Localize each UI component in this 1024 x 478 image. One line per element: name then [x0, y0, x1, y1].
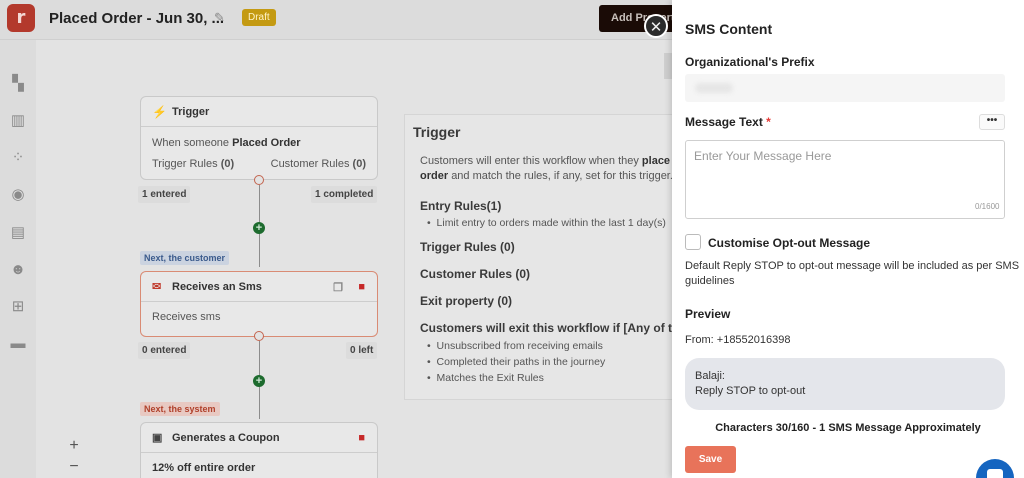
trigger-when-prefix: When someone: [152, 137, 230, 149]
info-intro-text: Customers will enter this workflow when …: [420, 155, 639, 167]
chart-icon[interactable]: ▥: [8, 111, 28, 131]
dashboard-icon[interactable]: ▚: [8, 74, 28, 94]
message-char-counter: 0/1600: [975, 202, 1000, 211]
sms-node-body: Receives sms: [152, 311, 221, 323]
location-icon[interactable]: ◉: [8, 185, 28, 205]
sms-entered-count: 0 entered: [138, 342, 191, 359]
trigger-rules-row: Trigger Rules (0) Customer Rules (0): [141, 158, 377, 172]
message-icon: ✉: [152, 281, 162, 293]
app-logo[interactable]: r: [7, 4, 35, 32]
drawer-title: SMS Content: [685, 21, 773, 37]
trigger-completed-count: 1 completed: [311, 186, 378, 203]
message-label: Message Text *: [685, 115, 771, 129]
status-badge: Draft: [242, 9, 276, 26]
delete-icon[interactable]: ■: [358, 432, 365, 444]
more-options-button[interactable]: •••: [979, 114, 1005, 130]
add-grid-icon[interactable]: ⊞: [8, 297, 28, 317]
left-rail: ▚ ▥ ⁘ ◉ ▤ ☻ ⊞ ▬: [0, 40, 36, 478]
pencil-icon[interactable]: ✎: [214, 10, 225, 26]
sms-node-header: ✉ Receives an Sms ❐ ■: [141, 272, 377, 302]
coupon-node[interactable]: ▣ Generates a Coupon ■ 12% off entire or…: [140, 422, 378, 478]
trigger-node-title: Trigger: [172, 106, 210, 118]
coupon-node-title: Generates a Coupon: [172, 432, 280, 444]
sms-content-drawer: SMS Content Organizational's Prefix Mess…: [672, 0, 1024, 478]
customer-rules-link[interactable]: Customer Rules (0): [271, 158, 366, 170]
close-icon[interactable]: ✕: [644, 14, 668, 38]
characters-summary: Characters 30/160 - 1 SMS Message Approx…: [715, 422, 981, 434]
zoom-out-button[interactable]: −: [64, 458, 84, 476]
prefix-value-redacted: [695, 83, 733, 93]
save-button[interactable]: Save: [685, 446, 736, 473]
sms-node[interactable]: ✉ Receives an Sms ❐ ■ Receives sms: [140, 271, 378, 337]
add-step-button[interactable]: +: [253, 375, 265, 387]
sms-output-port[interactable]: [254, 331, 264, 341]
entry-rule-item: • Limit entry to orders made within the …: [427, 217, 666, 229]
page-title: Placed Order - Jun 30, ...: [49, 10, 225, 27]
preview-from: From: +18552016398: [685, 334, 791, 346]
entry-rules-heading: Entry Rules(1): [420, 199, 502, 213]
customer-rules-label: Customer Rules: [270, 158, 350, 170]
trigger-rules-label: Trigger Rules: [152, 158, 218, 170]
trigger-entered-count: 1 entered: [138, 186, 191, 203]
prefix-label: Organizational's Prefix: [685, 55, 815, 69]
trigger-rules-link[interactable]: Trigger Rules (0): [152, 158, 234, 170]
exit-item-text: Matches the Exit Rules: [436, 372, 544, 384]
prefix-field[interactable]: [685, 74, 1005, 102]
lightning-icon: ⚡: [152, 105, 167, 119]
sms-left-count: 0 left: [346, 342, 378, 359]
trigger-node-header: ⚡ Trigger: [141, 97, 377, 127]
chat-bubble-icon: [987, 469, 1003, 478]
add-step-button[interactable]: +: [253, 222, 265, 234]
info-intro-event-cont: order: [420, 170, 449, 182]
message-label-text: Message Text: [685, 115, 763, 129]
preview-line-1: Balaji:: [695, 370, 725, 382]
optout-help-line-1: Default Reply STOP to opt-out message wi…: [685, 260, 1020, 272]
chat-icon[interactable]: ▤: [8, 223, 28, 243]
exit-heading: Customers will exit this workflow if [An…: [420, 321, 674, 335]
info-intro-line-1: Customers will enter this workflow when …: [420, 153, 673, 169]
tag-next-system: Next, the system: [140, 402, 220, 416]
info-panel-title: Trigger: [413, 124, 461, 140]
coupon-node-header: ▣ Generates a Coupon ■: [141, 423, 377, 453]
exit-property-heading: Exit property (0): [420, 294, 513, 308]
exit-item-text: Completed their paths in the journey: [436, 356, 606, 368]
folder-icon[interactable]: ▬: [8, 334, 28, 354]
exit-item-text: Unsubscribed from receiving emails: [436, 340, 603, 352]
preview-message-bubble: Balaji: Reply STOP to opt-out: [685, 358, 1005, 410]
optout-label: Customise Opt-out Message: [708, 236, 871, 250]
trigger-rules-heading: Trigger Rules (0): [420, 240, 515, 254]
optout-help-line-2: guidelines: [685, 275, 735, 287]
info-intro-text-cont: and match the rules, if any, set for thi…: [451, 170, 673, 182]
preview-label: Preview: [685, 307, 731, 321]
customer-rules-heading: Customer Rules (0): [420, 267, 531, 281]
trigger-rules-count: (0): [220, 158, 235, 170]
apps-icon[interactable]: ⁘: [8, 148, 28, 168]
trigger-info-panel: Trigger Customers will enter this workfl…: [404, 114, 674, 400]
delete-icon[interactable]: ■: [358, 281, 365, 293]
required-mark: *: [766, 115, 771, 129]
trigger-output-port[interactable]: [254, 175, 264, 185]
exit-item: • Unsubscribed from receiving emails: [427, 340, 603, 352]
zoom-in-button[interactable]: +: [64, 437, 84, 455]
optout-checkbox[interactable]: [685, 234, 701, 250]
trigger-when-event: Placed Order: [232, 137, 301, 149]
exit-item: • Matches the Exit Rules: [427, 372, 544, 384]
coupon-node-body: 12% off entire order: [152, 462, 256, 474]
preview-line-2: Reply STOP to opt-out: [695, 385, 806, 397]
exit-item: • Completed their paths in the journey: [427, 356, 606, 368]
contacts-icon[interactable]: ☻: [8, 260, 28, 280]
sms-node-title: Receives an Sms: [172, 281, 262, 293]
entry-rule-text: Limit entry to orders made within the la…: [436, 217, 666, 229]
customer-rules-count: (0): [352, 158, 366, 170]
message-textarea[interactable]: [685, 140, 1005, 219]
trigger-when-row: When someone Placed Order: [141, 137, 377, 149]
copy-icon[interactable]: ❐: [333, 281, 343, 294]
tag-next-customer: Next, the customer: [140, 251, 230, 265]
info-intro-line-2: order and match the rules, if any, set f…: [420, 168, 673, 184]
info-intro-event: place a s: [641, 155, 673, 167]
trigger-node[interactable]: ⚡ Trigger When someone Placed Order Trig…: [140, 96, 378, 180]
coupon-icon: ▣: [152, 432, 163, 444]
